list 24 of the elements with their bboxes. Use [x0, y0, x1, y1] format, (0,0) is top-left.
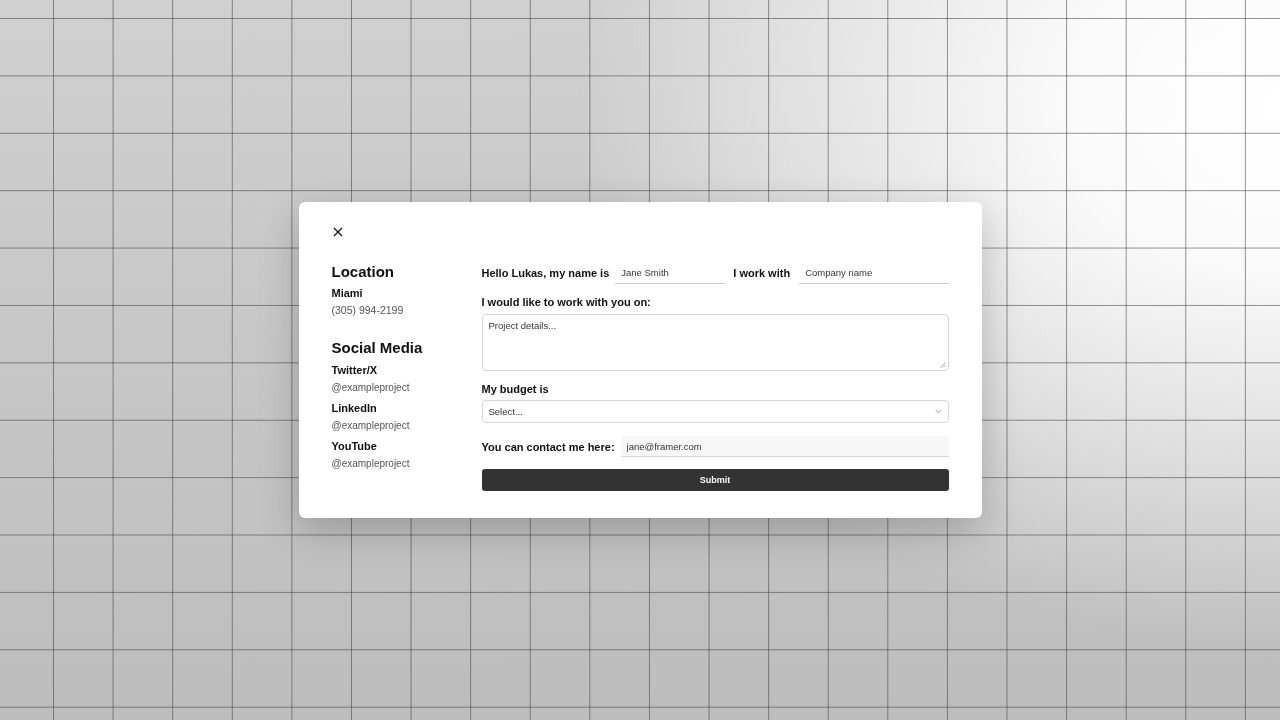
social-network-name: Twitter/X	[331, 363, 378, 377]
project-details-field[interactable]: Project details...	[481, 314, 949, 371]
social-network-name: LinkedIn	[331, 401, 377, 415]
chevron-down-icon	[934, 409, 942, 414]
city-name: Miami	[331, 286, 363, 300]
project-label: I would like to work with you on:	[481, 295, 651, 309]
phone-number: (305) 994-2199	[331, 303, 404, 317]
social-handle: @exampleproject	[331, 419, 410, 433]
name-field[interactable]: Jane Smith	[615, 262, 726, 284]
close-icon[interactable]	[332, 227, 343, 237]
resize-grip-icon[interactable]	[939, 362, 946, 368]
budget-label: My budget is	[481, 382, 549, 396]
company-label: I work with	[733, 266, 791, 280]
company-field[interactable]: Company name	[799, 262, 949, 284]
social-handle: @exampleproject	[331, 381, 410, 395]
social-network-name: YouTube	[331, 439, 377, 453]
name-label: Hello Lukas, my name is	[481, 266, 610, 280]
section-heading: Social Media	[331, 338, 423, 358]
social-handle: @exampleproject	[331, 457, 410, 471]
budget-select[interactable]: Select...	[481, 400, 949, 423]
contact-label: You can contact me here:	[481, 439, 615, 454]
submit-button[interactable]: Submit	[481, 469, 949, 491]
email-field[interactable]: jane@framer.com	[620, 436, 949, 457]
section-heading: Location	[331, 262, 394, 282]
